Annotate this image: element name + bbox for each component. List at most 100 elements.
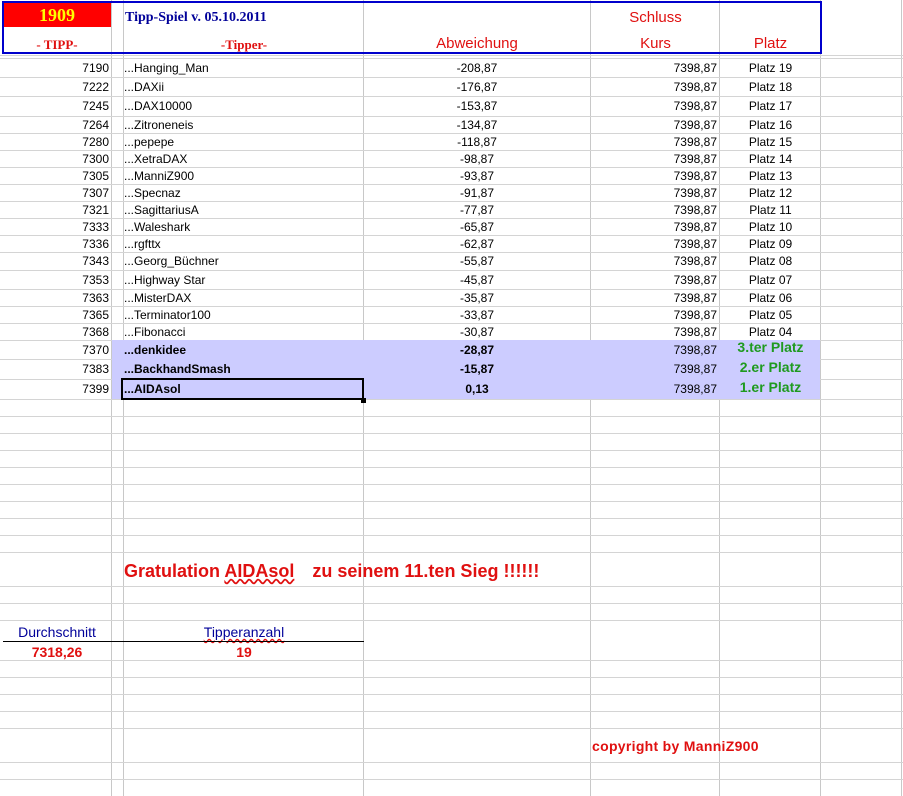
platz-cell[interactable]: Platz 06 — [721, 289, 820, 306]
tipper-cell[interactable]: ...DAX10000 — [121, 96, 361, 116]
table-row[interactable]: 7363 ...MisterDAX -35,87 7398,87 Platz 06 — [0, 289, 903, 306]
abweichung-cell[interactable]: -208,87 — [364, 58, 590, 77]
tipp-cell[interactable]: 7264 — [3, 116, 109, 133]
kurs-cell[interactable]: 7398,87 — [592, 77, 717, 96]
kurs-cell[interactable]: 7398,87 — [592, 289, 717, 306]
table-row[interactable]: 7307 ...Specnaz -91,87 7398,87 Platz 12 — [0, 184, 903, 201]
tipper-cell[interactable]: ...pepepe — [121, 133, 361, 150]
kurs-cell[interactable]: 7398,87 — [592, 116, 717, 133]
platz-cell[interactable]: Platz 18 — [721, 77, 820, 96]
tipper-cell[interactable]: ...Waleshark — [121, 218, 361, 235]
table-row[interactable]: 7190 ...Hanging_Man -208,87 7398,87 Platz 19 — [0, 58, 903, 77]
abweichung-cell[interactable]: -28,87 — [364, 340, 590, 359]
abweichung-cell[interactable]: -118,87 — [364, 133, 590, 150]
kurs-cell[interactable]: 7398,87 — [592, 270, 717, 289]
platz-cell[interactable]: 3.ter Platz — [721, 340, 820, 359]
tipp-cell[interactable]: 7365 — [3, 306, 109, 323]
abweichung-cell[interactable]: -77,87 — [364, 201, 590, 218]
platz-cell[interactable]: Platz 08 — [721, 252, 820, 270]
platz-cell[interactable]: Platz 09 — [721, 235, 820, 252]
tipper-cell[interactable]: ...Specnaz — [121, 184, 361, 201]
platz-cell[interactable]: Platz 11 — [721, 201, 820, 218]
kurs-cell[interactable]: 7398,87 — [592, 133, 717, 150]
tipp-cell[interactable]: 7343 — [3, 252, 109, 270]
tipper-cell[interactable]: ...XetraDAX — [121, 150, 361, 167]
tipp-cell[interactable]: 7307 — [3, 184, 109, 201]
abweichung-cell[interactable]: -176,87 — [364, 77, 590, 96]
tipper-cell[interactable]: ...DAXii — [121, 77, 361, 96]
table-row[interactable]: 7365 ...Terminator100 -33,87 7398,87 Platz 0… — [0, 306, 903, 323]
abweichung-cell[interactable]: -15,87 — [364, 359, 590, 379]
platz-cell[interactable]: Platz 12 — [721, 184, 820, 201]
abweichung-cell[interactable]: -93,87 — [364, 167, 590, 184]
kurs-cell[interactable]: 7398,87 — [592, 306, 717, 323]
tipper-cell[interactable]: ...Zitroneneis — [121, 116, 361, 133]
tipp-cell[interactable]: 7383 — [3, 359, 109, 379]
table-row[interactable]: 7353 ...Highway Star -45,87 7398,87 Platz 07 — [0, 270, 903, 289]
table-row[interactable]: 7264 ...Zitroneneis -134,87 7398,87 Platz 16 — [0, 116, 903, 133]
abweichung-cell[interactable]: -98,87 — [364, 150, 590, 167]
platz-cell[interactable]: 2.er Platz — [721, 359, 820, 379]
kurs-cell[interactable]: 7398,87 — [592, 184, 717, 201]
tipper-cell[interactable]: ...Georg_Büchner — [121, 252, 361, 270]
kurs-cell[interactable]: 7398,87 — [592, 218, 717, 235]
abweichung-cell[interactable]: -65,87 — [364, 218, 590, 235]
abweichung-cell[interactable]: -62,87 — [364, 235, 590, 252]
abweichung-cell[interactable]: -55,87 — [364, 252, 590, 270]
platz-cell[interactable]: Platz 16 — [721, 116, 820, 133]
abweichung-cell[interactable]: 0,13 — [364, 379, 590, 399]
table-row[interactable]: 7370 ...denkidee -28,87 7398,87 3.ter Platz — [0, 340, 903, 359]
tipper-cell[interactable]: ...MisterDAX — [121, 289, 361, 306]
tipper-cell[interactable]: ...denkidee — [121, 340, 361, 359]
tipp-cell[interactable]: 7368 — [3, 323, 109, 340]
tipper-cell[interactable]: ...SagittariusA — [121, 201, 361, 218]
tipp-cell[interactable]: 7300 — [3, 150, 109, 167]
table-row[interactable]: 7343 ...Georg_Büchner -55,87 7398,87 Platz 0… — [0, 252, 903, 270]
tipp-cell[interactable]: 7321 — [3, 201, 109, 218]
abweichung-cell[interactable]: -91,87 — [364, 184, 590, 201]
tipp-cell[interactable]: 7245 — [3, 96, 109, 116]
tipper-count-value[interactable]: 19 — [124, 644, 364, 660]
kurs-cell[interactable]: 7398,87 — [592, 201, 717, 218]
tipp-cell[interactable]: 7190 — [3, 58, 109, 77]
tipper-cell[interactable]: ...Fibonacci — [121, 323, 361, 340]
table-row[interactable]: 7383 ...BackhandSmash -15,87 7398,87 2.er Pl… — [0, 359, 903, 379]
table-row[interactable]: 7321 ...SagittariusA -77,87 7398,87 Platz 11 — [0, 201, 903, 218]
tipp-cell[interactable]: 7305 — [3, 167, 109, 184]
platz-cell[interactable]: 1.er Platz — [721, 379, 820, 399]
tipper-cell[interactable]: ...rgfttx — [121, 235, 361, 252]
platz-cell[interactable]: Platz 04 — [721, 323, 820, 340]
tipp-cell[interactable]: 7353 — [3, 270, 109, 289]
tipper-cell[interactable]: ...ManniZ900 — [121, 167, 361, 184]
tipp-cell[interactable]: 7280 — [3, 133, 109, 150]
tipper-cell[interactable]: ...Terminator100 — [121, 306, 361, 323]
table-row[interactable]: 7336 ...rgfttx -62,87 7398,87 Platz 09 — [0, 235, 903, 252]
tipper-cell[interactable]: ...BackhandSmash — [121, 359, 361, 379]
platz-cell[interactable]: Platz 14 — [721, 150, 820, 167]
table-row[interactable]: 7305 ...ManniZ900 -93,87 7398,87 Platz 13 — [0, 167, 903, 184]
kurs-cell[interactable]: 7398,87 — [592, 58, 717, 77]
average-label[interactable]: Durchschnitt — [3, 624, 111, 640]
abweichung-cell[interactable]: -35,87 — [364, 289, 590, 306]
kurs-cell[interactable]: 7398,87 — [592, 96, 717, 116]
tipp-cell[interactable]: 7370 — [3, 340, 109, 359]
table-row[interactable]: 7222 ...DAXii -176,87 7398,87 Platz 18 — [0, 77, 903, 96]
tipp-cell[interactable]: 7336 — [3, 235, 109, 252]
kurs-cell[interactable]: 7398,87 — [592, 235, 717, 252]
table-row[interactable]: 7300 ...XetraDAX -98,87 7398,87 Platz 14 — [0, 150, 903, 167]
kurs-cell[interactable]: 7398,87 — [592, 323, 717, 340]
table-row[interactable]: 7368 ...Fibonacci -30,87 7398,87 Platz 04 — [0, 323, 903, 340]
tipper-cell[interactable]: ...Highway Star — [121, 270, 361, 289]
spreadsheet[interactable]: 1909 Tipp-Spiel v. 05.10.2011 Schluss - … — [0, 0, 903, 796]
tipp-cell[interactable]: 7363 — [3, 289, 109, 306]
tipp-cell[interactable]: 7333 — [3, 218, 109, 235]
kurs-cell[interactable]: 7398,87 — [592, 167, 717, 184]
kurs-cell[interactable]: 7398,87 — [592, 359, 717, 379]
fill-handle[interactable] — [361, 398, 366, 403]
tipp-cell[interactable]: 7399 — [3, 379, 109, 399]
platz-cell[interactable]: Platz 07 — [721, 270, 820, 289]
platz-cell[interactable]: Platz 17 — [721, 96, 820, 116]
platz-cell[interactable]: Platz 19 — [721, 58, 820, 77]
abweichung-cell[interactable]: -33,87 — [364, 306, 590, 323]
abweichung-cell[interactable]: -153,87 — [364, 96, 590, 116]
